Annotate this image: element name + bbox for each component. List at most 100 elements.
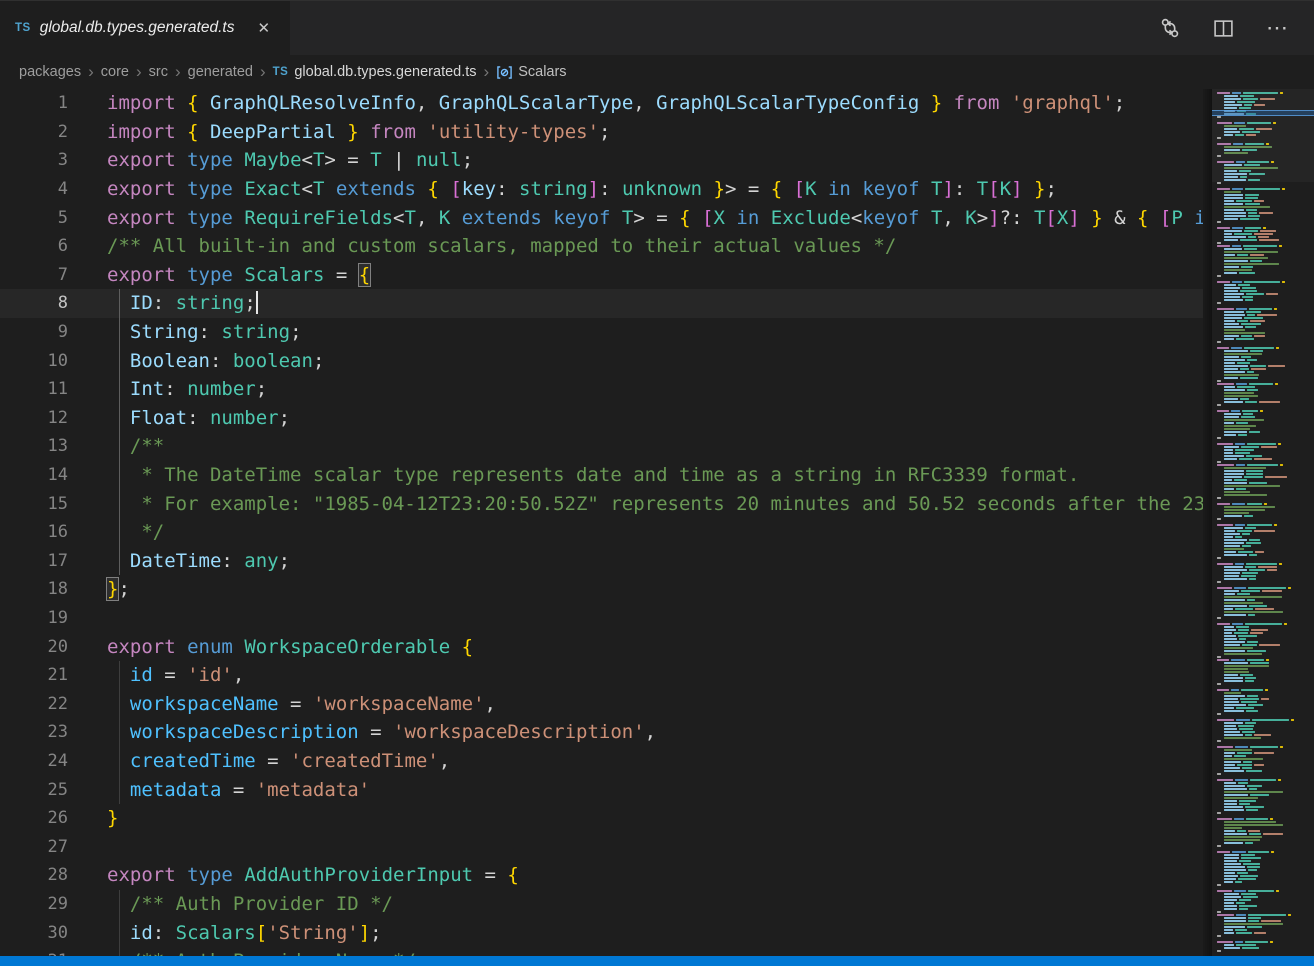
line-number[interactable]: 10 (0, 351, 68, 371)
code-token: 'metadata' (256, 779, 370, 801)
code-token: in (828, 178, 851, 200)
line-number[interactable]: 21 (0, 665, 68, 685)
code-token: { (679, 207, 690, 229)
line-number[interactable]: 4 (0, 179, 68, 199)
line-number[interactable]: 6 (0, 236, 68, 256)
line-number[interactable]: 19 (0, 608, 68, 628)
code-token (233, 636, 244, 658)
code-line[interactable]: 14 * The DateTime scalar type represents… (0, 461, 1205, 490)
line-number[interactable]: 28 (0, 865, 68, 885)
line-number[interactable]: 5 (0, 208, 68, 228)
line-number[interactable]: 16 (0, 522, 68, 542)
line-number[interactable]: 11 (0, 379, 68, 399)
minimap-viewport-slider[interactable] (1212, 89, 1314, 182)
open-changes-icon[interactable] (1159, 17, 1181, 39)
code-token: unknown (622, 178, 702, 200)
code-line[interactable]: 17 DateTime: any; (0, 547, 1205, 576)
code-line[interactable]: 18}; (0, 575, 1205, 604)
line-number[interactable]: 8 (0, 293, 68, 313)
breadcrumb-item-core[interactable]: core (101, 64, 129, 80)
code-line[interactable]: 6/** All built-in and custom scalars, ma… (0, 232, 1205, 261)
breadcrumb-item-file[interactable]: TS global.db.types.generated.ts (273, 64, 477, 80)
code-line[interactable]: 2import { DeepPartial } from 'utility-ty… (0, 118, 1205, 147)
editor-scrollbar[interactable] (1203, 89, 1212, 956)
code-token: : (496, 178, 519, 200)
line-number[interactable]: 22 (0, 694, 68, 714)
line-number[interactable]: 13 (0, 436, 68, 456)
line-number[interactable]: 20 (0, 637, 68, 657)
line-number[interactable]: 23 (0, 722, 68, 742)
split-editor-icon[interactable] (1213, 18, 1234, 39)
line-number[interactable]: 30 (0, 923, 68, 943)
tab-close-icon[interactable]: ✕ (253, 17, 274, 39)
code-line[interactable]: 28export type AddAuthProviderInput = { (0, 861, 1205, 890)
code-line-text: workspaceName = 'workspaceName', (68, 693, 496, 715)
more-actions-icon[interactable]: ⋯ (1266, 23, 1288, 33)
code-line[interactable]: 27 (0, 832, 1205, 861)
code-line[interactable]: 21 id = 'id', (0, 661, 1205, 690)
code-token: ID (130, 292, 153, 314)
code-line[interactable]: 31 /** Auth Provider Name */ (0, 947, 1205, 956)
code-token: = (324, 264, 358, 286)
code-editor[interactable]: 1import { GraphQLResolveInfo, GraphQLSca… (0, 89, 1205, 956)
line-number[interactable]: 25 (0, 780, 68, 800)
code-line[interactable]: 24 createdTime = 'createdTime', (0, 747, 1205, 776)
code-line[interactable]: 11 Int: number; (0, 375, 1205, 404)
line-number[interactable]: 18 (0, 579, 68, 599)
code-token: : (153, 922, 176, 944)
code-line[interactable]: 9 String: string; (0, 318, 1205, 347)
line-number[interactable]: 1 (0, 93, 68, 113)
line-number[interactable]: 27 (0, 837, 68, 857)
code-token: type (187, 149, 233, 171)
line-number[interactable]: 17 (0, 551, 68, 571)
code-line[interactable]: 23 workspaceDescription = 'workspaceDesc… (0, 718, 1205, 747)
line-number[interactable]: 15 (0, 494, 68, 514)
code-line[interactable]: 4export type Exact<T extends { [key: str… (0, 175, 1205, 204)
breadcrumb-item-symbol-scalars[interactable]: Scalars (496, 64, 566, 81)
line-number[interactable]: 2 (0, 122, 68, 142)
line-number[interactable]: 3 (0, 150, 68, 170)
code-token: < (302, 149, 313, 171)
code-line[interactable]: 26} (0, 804, 1205, 833)
code-line[interactable]: 13 /** (0, 432, 1205, 461)
line-number[interactable]: 12 (0, 408, 68, 428)
code-token (199, 121, 210, 143)
breadcrumb-item-generated[interactable]: generated (188, 64, 253, 80)
line-number[interactable]: 7 (0, 265, 68, 285)
code-line[interactable]: 19 (0, 604, 1205, 633)
code-line[interactable]: 10 Boolean: boolean; (0, 346, 1205, 375)
code-token: ; (290, 321, 301, 343)
code-line[interactable]: 3export type Maybe<T> = T | null; (0, 146, 1205, 175)
code-token (176, 149, 187, 171)
code-line[interactable]: 7export type Scalars = { (0, 261, 1205, 290)
code-line[interactable]: 12 Float: number; (0, 404, 1205, 433)
code-line-text: * For example: "1985-04-12T23:20:50.52Z"… (68, 493, 1205, 515)
code-line[interactable]: 30 id: Scalars['String']; (0, 918, 1205, 947)
code-token (107, 292, 130, 314)
line-number[interactable]: 29 (0, 894, 68, 914)
code-line[interactable]: 29 /** Auth Provider ID */ (0, 890, 1205, 919)
code-line[interactable]: 22 workspaceName = 'workspaceName', (0, 689, 1205, 718)
line-number[interactable]: 26 (0, 808, 68, 828)
line-number[interactable]: 24 (0, 751, 68, 771)
tab-global-db-types-generated[interactable]: TS global.db.types.generated.ts ✕ (0, 1, 290, 55)
code-token (176, 636, 187, 658)
code-token (691, 207, 702, 229)
code-line[interactable]: 16 */ (0, 518, 1205, 547)
code-line[interactable]: 5export type RequireFields<T, K extends … (0, 203, 1205, 232)
code-line[interactable]: 25 metadata = 'metadata' (0, 775, 1205, 804)
line-number[interactable]: 14 (0, 465, 68, 485)
minimap[interactable] (1212, 89, 1314, 956)
code-line[interactable]: 1import { GraphQLResolveInfo, GraphQLSca… (0, 89, 1205, 118)
breadcrumb-item-src[interactable]: src (149, 64, 168, 80)
code-line[interactable]: 8 ID: string; (0, 289, 1205, 318)
code-line[interactable]: 20export enum WorkspaceOrderable { (0, 632, 1205, 661)
line-number[interactable]: 9 (0, 322, 68, 342)
code-token: } (931, 92, 942, 114)
code-token: export (107, 207, 176, 229)
code-token: WorkspaceOrderable (244, 636, 450, 658)
code-line[interactable]: 15 * For example: "1985-04-12T23:20:50.5… (0, 489, 1205, 518)
breadcrumb-item-packages[interactable]: packages (19, 64, 81, 80)
code-token: keyof (862, 178, 919, 200)
code-token (782, 178, 793, 200)
